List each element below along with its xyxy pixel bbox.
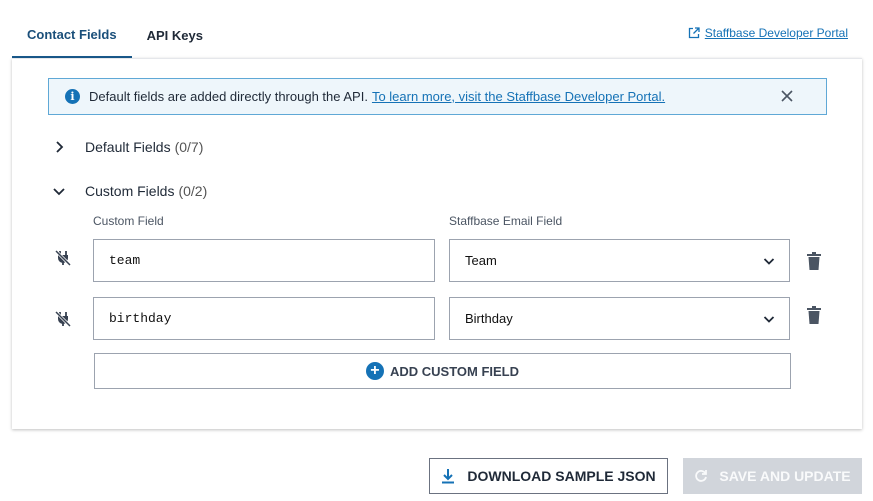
email-field-select-value: Birthday [465, 311, 513, 326]
tab-contact-fields[interactable]: Contact Fields [12, 13, 132, 58]
custom-fields-toggle[interactable]: Custom Fields (0/2) [52, 183, 207, 199]
trash-icon[interactable] [806, 252, 822, 270]
tab-api-keys[interactable]: API Keys [132, 13, 218, 58]
default-fields-toggle[interactable]: Default Fields (0/7) [52, 139, 203, 155]
save-and-update-label: SAVE AND UPDATE [719, 468, 851, 484]
banner-text: Default fields are added directly throug… [89, 89, 368, 104]
default-fields-label: Default Fields [85, 139, 171, 155]
chevron-down-icon [763, 258, 775, 265]
chevron-right-icon [56, 141, 64, 153]
contact-fields-card: i Default fields are added directly thro… [12, 58, 862, 429]
download-icon [442, 469, 455, 484]
custom-fields-count: (0/2) [178, 183, 208, 199]
info-banner: i Default fields are added directly thro… [48, 78, 827, 115]
default-fields-count: (0/7) [174, 139, 204, 155]
banner-link[interactable]: To learn more, visit the Staffbase Devel… [372, 89, 665, 104]
custom-field-input-birthday[interactable] [93, 297, 435, 340]
email-field-select-birthday[interactable]: Birthday [449, 297, 790, 340]
custom-field-column-label: Custom Field [93, 214, 164, 228]
developer-portal-link[interactable]: Staffbase Developer Portal [688, 26, 848, 40]
trash-icon[interactable] [806, 306, 822, 324]
tab-bar: Contact Fields API Keys [12, 13, 218, 58]
email-field-select-team[interactable]: Team [449, 239, 790, 282]
chevron-down-icon [53, 188, 65, 196]
external-link-icon [688, 27, 700, 39]
custom-field-input-team[interactable] [93, 239, 435, 282]
email-field-select-value: Team [465, 253, 497, 268]
custom-fields-label: Custom Fields [85, 183, 175, 199]
save-and-update-button[interactable]: SAVE AND UPDATE [683, 458, 862, 494]
add-custom-field-button[interactable]: + ADD CUSTOM FIELD [94, 353, 791, 389]
download-sample-json-button[interactable]: DOWNLOAD SAMPLE JSON [429, 458, 668, 494]
refresh-icon [695, 470, 708, 482]
download-sample-json-label: DOWNLOAD SAMPLE JSON [467, 468, 656, 484]
close-icon[interactable] [780, 89, 794, 103]
developer-portal-link-label: Staffbase Developer Portal [704, 26, 848, 40]
add-custom-field-label: ADD CUSTOM FIELD [389, 363, 520, 379]
unplugged-icon[interactable] [54, 249, 72, 267]
info-icon: i [65, 89, 80, 104]
unplugged-icon[interactable] [54, 310, 72, 328]
email-field-column-label: Staffbase Email Field [449, 214, 563, 228]
chevron-down-icon [763, 316, 775, 323]
plus-circle-icon: + [365, 362, 384, 380]
